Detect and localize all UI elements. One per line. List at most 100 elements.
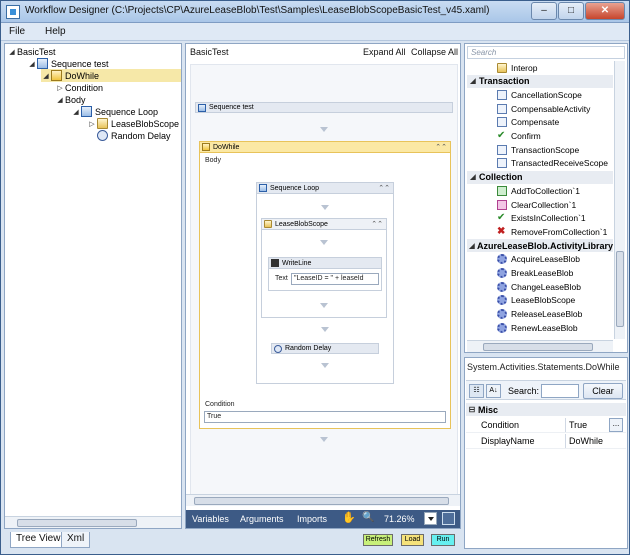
close-button[interactable]: ✕: [585, 2, 625, 20]
page-icon: [497, 158, 507, 169]
toolbox-item[interactable]: BreakLeaseBlob: [467, 267, 613, 280]
random-delay-activity[interactable]: Random Delay: [271, 343, 379, 354]
categorized-sort-icon[interactable]: ☷: [469, 384, 484, 398]
breadcrumb[interactable]: BasicTest: [190, 47, 229, 57]
collapse-icon[interactable]: ⌃⌃: [435, 143, 447, 151]
ellipsis-button[interactable]: ...: [609, 418, 623, 432]
page-icon: [497, 89, 507, 100]
toolbox-horizontal-scrollbar[interactable]: [467, 340, 613, 352]
leaseblobscope-header: LeaseBlobScope ⌃⌃: [262, 219, 386, 230]
tab-tree-view[interactable]: Tree View: [10, 532, 67, 548]
expand-all-button[interactable]: Expand All: [363, 47, 406, 57]
toolbox-item[interactable]: LeaseBlobScope: [467, 294, 613, 307]
sequence-loop-activity[interactable]: Sequence Loop ⌃⌃ LeaseBlobScope ⌃⌃ Write…: [256, 182, 394, 384]
toolbox-item-label: AzureLeaseBlob.ActivityLibrary: [476, 240, 613, 251]
sequence-loop-header: Sequence Loop ⌃⌃: [257, 183, 393, 194]
toolbox-item[interactable]: TransactionScope: [467, 143, 613, 156]
designer-canvas[interactable]: Sequence test DoWhile ⌃⌃ Body Sequence L…: [190, 64, 458, 504]
menu-help[interactable]: Help: [45, 26, 66, 37]
expanded-arrow-icon[interactable]: ◢: [41, 72, 51, 80]
toolbox-item[interactable]: ClearCollection`1: [467, 198, 613, 211]
expanded-arrow-icon[interactable]: ◢: [55, 96, 65, 104]
toolbox-vertical-scrollbar[interactable]: [614, 61, 625, 339]
zoom-level[interactable]: 71.26%: [384, 514, 415, 524]
tab-xml[interactable]: Xml: [61, 532, 91, 548]
text-expression-field[interactable]: "LeaseID = " + leaseId: [291, 273, 379, 285]
collapse-all-button[interactable]: Collapse All: [411, 47, 458, 57]
designer-header: BasicTest Expand All Collapse All: [186, 44, 460, 60]
properties-category[interactable]: ⊟ Misc: [466, 403, 626, 416]
condition-label: Condition: [205, 401, 235, 408]
sequence-icon: [259, 184, 267, 192]
load-button[interactable]: Load: [401, 534, 424, 546]
variables-button[interactable]: Variables: [192, 514, 229, 524]
sequence-test-activity[interactable]: Sequence test: [195, 102, 453, 113]
expanded-arrow-icon[interactable]: ◢: [27, 60, 37, 68]
property-row-condition[interactable]: Condition True ...: [466, 418, 626, 433]
toolbox-item[interactable]: ChangeLeaseBlob: [467, 280, 613, 293]
scrollbar-thumb[interactable]: [616, 251, 624, 327]
refresh-button[interactable]: Refresh: [363, 534, 393, 546]
scrollbar-thumb[interactable]: [194, 497, 449, 505]
toolbox-item[interactable]: ✖ RemoveFromCollection`1: [467, 225, 613, 238]
toolbox-item[interactable]: CompensableActivity: [467, 102, 613, 115]
magnifier-icon[interactable]: 🔍: [362, 512, 374, 523]
sequence-icon: [37, 58, 48, 69]
toolbox-category[interactable]: ◢ Collection: [467, 170, 613, 184]
designer-horizontal-scrollbar[interactable]: [186, 494, 460, 506]
menu-file[interactable]: File: [9, 26, 25, 37]
imports-button[interactable]: Imports: [297, 514, 327, 524]
run-button[interactable]: Run: [431, 534, 455, 546]
expanded-arrow-icon[interactable]: ◢: [467, 242, 477, 250]
condition-field[interactable]: True: [204, 411, 446, 423]
collapse-icon[interactable]: ⌃⌃: [378, 184, 390, 192]
expanded-arrow-icon[interactable]: ◢: [467, 77, 479, 85]
toolbox-item[interactable]: Interop: [467, 61, 613, 74]
scrollbar-thumb[interactable]: [17, 519, 137, 527]
toolbox-item[interactable]: TransactedReceiveScope: [467, 157, 613, 170]
toolbox-item[interactable]: AddToCollection`1: [467, 184, 613, 197]
tree-item-random-delay[interactable]: Random Delay: [97, 129, 171, 142]
property-value[interactable]: DoWhile: [565, 434, 609, 448]
toolbox-search-input[interactable]: Search: [467, 46, 625, 59]
arguments-button[interactable]: Arguments: [240, 514, 284, 524]
fit-to-screen-icon[interactable]: [442, 512, 455, 525]
zoom-dropdown-icon[interactable]: [424, 512, 437, 525]
toolbox-item-label: AcquireLeaseBlob: [511, 254, 580, 265]
toolbox-item[interactable]: Compensate: [467, 116, 613, 129]
writeline-activity[interactable]: WriteLine Text "LeaseID = " + leaseId: [268, 257, 382, 291]
dowhile-icon: [202, 143, 210, 151]
toolbox-item[interactable]: ✔ ExistsInCollection`1: [467, 212, 613, 225]
collapsed-arrow-icon[interactable]: ▷: [55, 84, 65, 92]
scrollbar-thumb[interactable]: [483, 343, 593, 351]
toolbox-item[interactable]: CancellationScope: [467, 88, 613, 101]
minimize-button[interactable]: –: [531, 2, 557, 20]
property-row-displayname[interactable]: DisplayName DoWhile: [466, 434, 626, 449]
expanded-arrow-icon[interactable]: ◢: [71, 108, 81, 116]
drop-arrow-icon: [321, 327, 329, 332]
toolbox-item[interactable]: ReleaseLeaseBlob: [467, 308, 613, 321]
pan-hand-icon[interactable]: ✋: [342, 511, 356, 524]
maximize-button[interactable]: □: [558, 2, 584, 20]
toolbox-item-label: Compensate: [511, 117, 560, 128]
toolbox-item[interactable]: RenewLeaseBlob: [467, 321, 613, 334]
properties-search-input[interactable]: [541, 384, 579, 398]
property-value[interactable]: True: [565, 418, 609, 432]
leaseblobscope-activity[interactable]: LeaseBlobScope ⌃⌃ WriteLine Text "LeaseI…: [261, 218, 387, 318]
expanded-arrow-icon[interactable]: ◢: [7, 48, 17, 56]
toolbox-item[interactable]: AcquireLeaseBlob: [467, 253, 613, 266]
alphabetical-sort-icon[interactable]: A↓: [486, 384, 501, 398]
toolbox-category[interactable]: ◢ AzureLeaseBlob.ActivityLibrary: [467, 239, 613, 253]
plus-icon: [497, 185, 507, 196]
tree-horizontal-scrollbar[interactable]: [5, 516, 181, 528]
tree-item-label: BasicTest: [17, 46, 56, 57]
expanded-arrow-icon[interactable]: ◢: [467, 173, 479, 181]
collapsed-arrow-icon[interactable]: ▷: [87, 120, 97, 128]
dowhile-activity[interactable]: DoWhile ⌃⌃ Body Sequence Loop ⌃⌃ LeaseBl…: [199, 141, 451, 429]
toolbox-item-label: TransactedReceiveScope: [511, 158, 609, 169]
collapse-minus-icon[interactable]: ⊟: [466, 405, 478, 414]
collapse-icon[interactable]: ⌃⌃: [371, 220, 383, 228]
toolbox-item[interactable]: ✔ Confirm: [467, 130, 613, 143]
clear-button[interactable]: Clear: [583, 383, 623, 399]
toolbox-category[interactable]: ◢ Transaction: [467, 74, 613, 88]
